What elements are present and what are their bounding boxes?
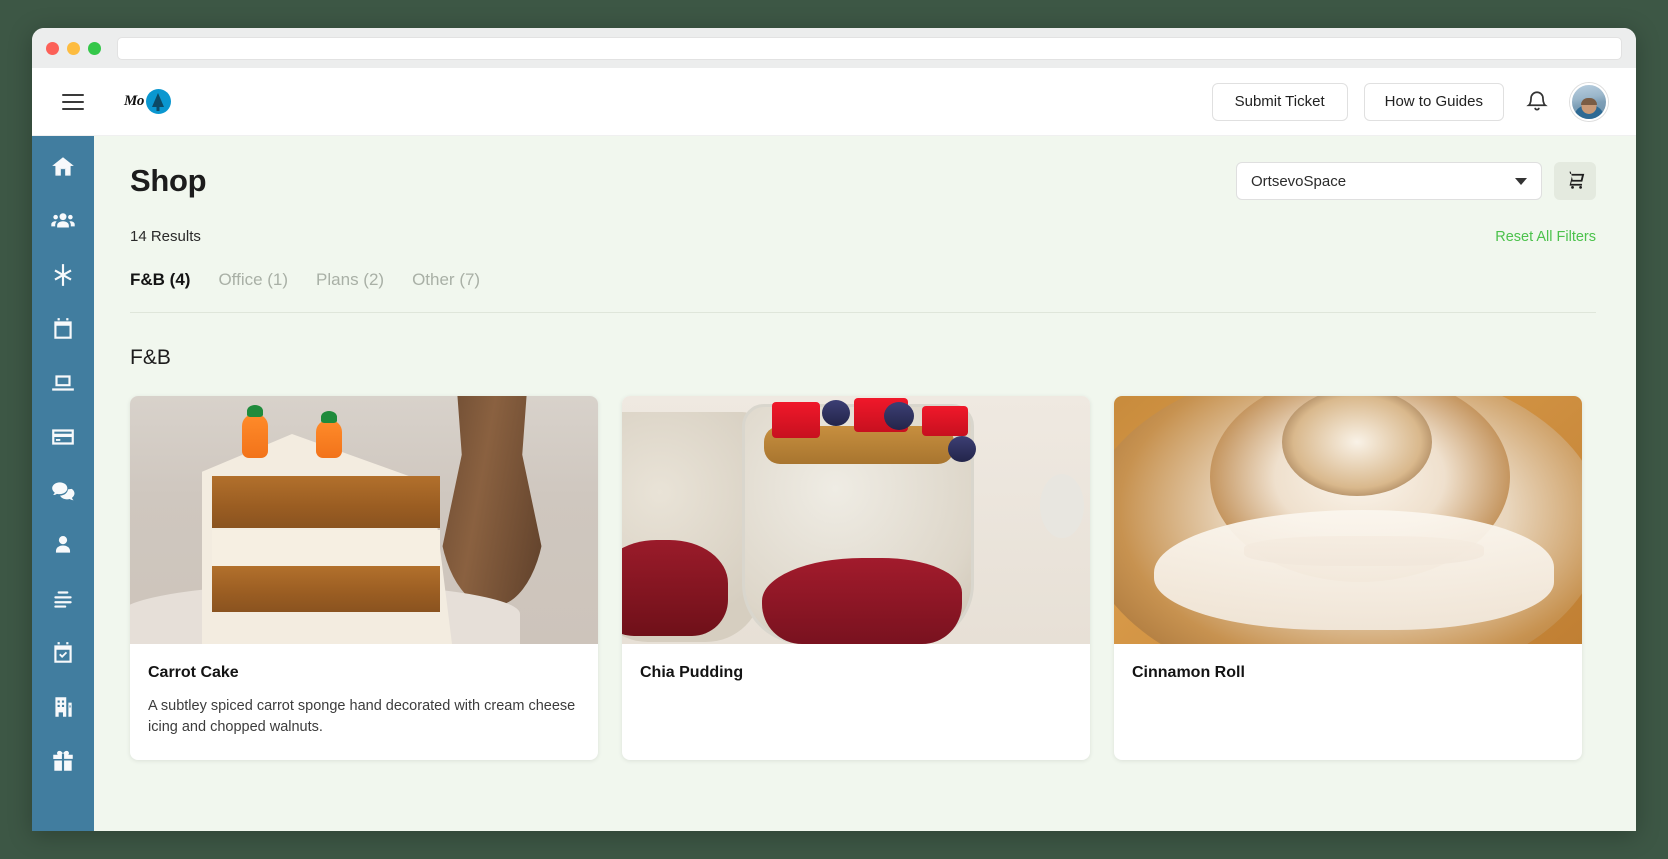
credit-card-icon[interactable]: [50, 424, 76, 450]
hamburger-menu-icon[interactable]: [58, 90, 88, 114]
chia-pudding-photo: [622, 396, 1090, 644]
person-icon[interactable]: [50, 532, 76, 558]
product-grid: Carrot Cake A subtley spiced carrot spon…: [130, 396, 1596, 761]
building-icon[interactable]: [50, 694, 76, 720]
space-selector-dropdown[interactable]: OrtsevoSpace: [1236, 162, 1542, 200]
gift-icon[interactable]: [50, 748, 76, 774]
product-description: A subtley spiced carrot sponge hand deco…: [148, 698, 576, 736]
page-header-actions: OrtsevoSpace: [1236, 162, 1596, 200]
browser-window: Mo Submit Ticket How to Guides Shop Orts…: [32, 28, 1636, 831]
product-card-body: Chia Pudding: [622, 644, 1090, 718]
sidebar-navigation: [32, 136, 94, 831]
section-title: F&B: [130, 346, 171, 369]
product-card[interactable]: Cinnamon Roll: [1114, 396, 1582, 761]
laptop-icon[interactable]: [50, 370, 76, 396]
results-row: 14 Results Reset All Filters: [130, 228, 1596, 245]
product-title: Chia Pudding: [640, 664, 744, 681]
how-to-guides-button[interactable]: How to Guides: [1363, 82, 1504, 121]
app-header: Mo Submit Ticket How to Guides: [32, 68, 1636, 136]
window-controls: [46, 41, 101, 55]
tree-logo-icon: [145, 89, 171, 114]
tab-fnb[interactable]: F&B (4): [130, 270, 190, 290]
product-card[interactable]: Chia Pudding: [622, 396, 1090, 761]
chevron-down-icon: [1515, 177, 1527, 185]
page-header-row: Shop OrtsevoSpace: [130, 162, 1596, 200]
product-card-body: Cinnamon Roll: [1114, 644, 1582, 718]
product-title: Cinnamon Roll: [1132, 664, 1245, 681]
tab-office[interactable]: Office (1): [218, 270, 288, 290]
tab-other[interactable]: Other (7): [412, 270, 480, 290]
logo-text: Mo: [124, 93, 144, 109]
header-actions: Submit Ticket How to Guides: [1211, 82, 1608, 121]
app-logo[interactable]: Mo: [124, 89, 171, 114]
notification-bell-icon[interactable]: [1524, 89, 1550, 115]
space-selector-value: OrtsevoSpace: [1251, 172, 1347, 190]
category-tabs: F&B (4) Office (1) Plans (2) Other (7): [130, 270, 1596, 313]
page-title: Shop: [130, 163, 207, 198]
calendar-check-icon[interactable]: [50, 640, 76, 666]
maximize-window-button[interactable]: [88, 41, 101, 55]
product-title: Carrot Cake: [148, 664, 239, 681]
home-icon[interactable]: [50, 154, 76, 180]
app-body: Shop OrtsevoSpace 14 Results Reset All F…: [32, 136, 1636, 831]
carrot-cake-photo: [130, 396, 598, 644]
cart-icon: [1565, 169, 1586, 193]
minimize-window-button[interactable]: [67, 41, 80, 55]
community-icon[interactable]: [50, 208, 76, 234]
list-icon[interactable]: [50, 586, 76, 612]
chat-icon[interactable]: [50, 478, 76, 504]
main-content: Shop OrtsevoSpace 14 Results Reset All F…: [94, 136, 1636, 831]
reset-all-filters-link[interactable]: Reset All Filters: [1495, 229, 1596, 245]
cinnamon-roll-photo: [1114, 396, 1582, 644]
browser-titlebar: [32, 28, 1636, 68]
close-window-button[interactable]: [46, 41, 59, 55]
product-card-body: Carrot Cake A subtley spiced carrot spon…: [130, 644, 598, 760]
asterisk-icon[interactable]: [50, 262, 76, 288]
url-input[interactable]: [117, 36, 1622, 60]
product-card[interactable]: Carrot Cake A subtley spiced carrot spon…: [130, 396, 598, 761]
submit-ticket-button[interactable]: Submit Ticket: [1211, 82, 1348, 121]
calendar-icon[interactable]: [50, 316, 76, 342]
results-count: 14 Results: [130, 228, 201, 245]
user-avatar[interactable]: [1570, 82, 1608, 121]
shopping-cart-button[interactable]: [1554, 162, 1596, 200]
tab-plans[interactable]: Plans (2): [316, 270, 384, 290]
